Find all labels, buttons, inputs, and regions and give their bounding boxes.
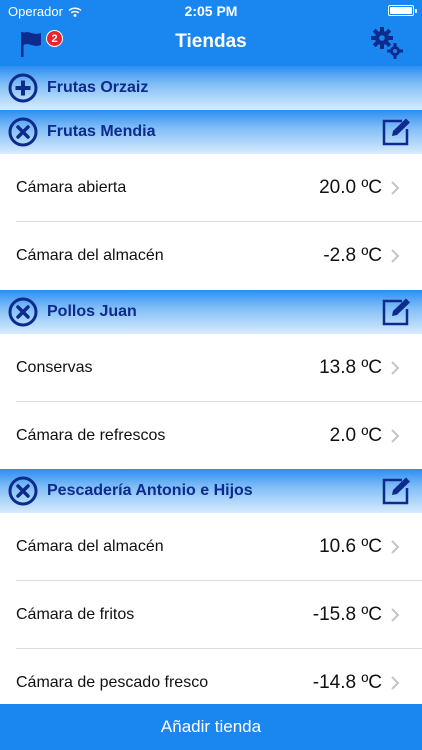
x-circle-icon[interactable] — [8, 117, 38, 147]
camera-row[interactable]: Cámara de fritos -15.8 ºC — [0, 581, 422, 648]
camera-row[interactable]: Cámara de refrescos 2.0 ºC — [0, 402, 422, 469]
plus-circle-icon[interactable] — [8, 73, 38, 103]
store-header-frutas-orzaiz[interactable]: Frutas Orzaiz — [0, 66, 422, 110]
nav-bar: Operador 2:05 PM 2 Tiendas — [0, 0, 422, 66]
x-circle-icon[interactable] — [8, 476, 38, 506]
camera-name: Cámara de fritos — [16, 606, 135, 623]
store-header-frutas-mendia[interactable]: Frutas Mendia — [0, 110, 422, 154]
chevron-right-icon — [391, 181, 400, 195]
camera-name: Cámara abierta — [16, 179, 127, 196]
chevron-right-icon — [391, 361, 400, 375]
chevron-right-icon — [391, 429, 400, 443]
store-header-pescaderia-antonio-e-hijos[interactable]: Pescadería Antonio e Hijos — [0, 469, 422, 513]
camera-temperature: 13.8 ºC — [319, 357, 382, 378]
camera-temperature: 2.0 ºC — [329, 425, 382, 446]
store-name: Pescadería Antonio e Hijos — [47, 482, 253, 499]
settings-button[interactable] — [370, 26, 404, 60]
chevron-right-icon — [391, 676, 400, 690]
camera-temperature: 20.0 ºC — [319, 177, 382, 198]
camera-temperature: 10.6 ºC — [319, 536, 382, 557]
camera-name: Cámara de pescado fresco — [16, 674, 209, 691]
camera-temperature: -2.8 ºC — [323, 245, 382, 266]
camera-name: Cámara de refrescos — [16, 427, 166, 444]
camera-name: Conservas — [16, 359, 93, 376]
camera-row[interactable]: Cámara abierta 20.0 ºC — [0, 154, 422, 221]
page-title: Tiendas — [175, 31, 247, 52]
store-name: Frutas Mendia — [47, 123, 156, 140]
x-circle-icon[interactable] — [8, 297, 38, 327]
edit-icon[interactable] — [380, 476, 412, 506]
chevron-right-icon — [391, 608, 400, 622]
camera-row[interactable]: Cámara del almacén 10.6 ºC — [0, 513, 422, 580]
edit-icon[interactable] — [380, 117, 412, 147]
chevron-right-icon — [391, 540, 400, 554]
store-header-pollos-juan[interactable]: Pollos Juan — [0, 290, 422, 334]
gears-icon — [371, 27, 403, 59]
battery-icon — [388, 5, 417, 16]
status-time: 2:05 PM — [184, 3, 238, 19]
camera-row[interactable]: Cámara del almacén -2.8 ºC — [0, 222, 422, 289]
camera-temperature: -15.8 ºC — [312, 604, 382, 625]
add-store-button[interactable]: Añadir tienda — [0, 704, 422, 750]
camera-name: Cámara del almacén — [16, 247, 164, 264]
camera-row[interactable]: Conservas 13.8 ºC — [0, 334, 422, 401]
store-name: Frutas Orzaiz — [47, 79, 149, 96]
camera-temperature: -14.8 ºC — [312, 672, 382, 693]
edit-icon[interactable] — [380, 297, 412, 327]
status-bar: Operador 2:05 PM — [0, 0, 422, 22]
camera-name: Cámara del almacén — [16, 538, 164, 555]
chevron-right-icon — [391, 249, 400, 263]
store-name: Pollos Juan — [47, 303, 137, 320]
